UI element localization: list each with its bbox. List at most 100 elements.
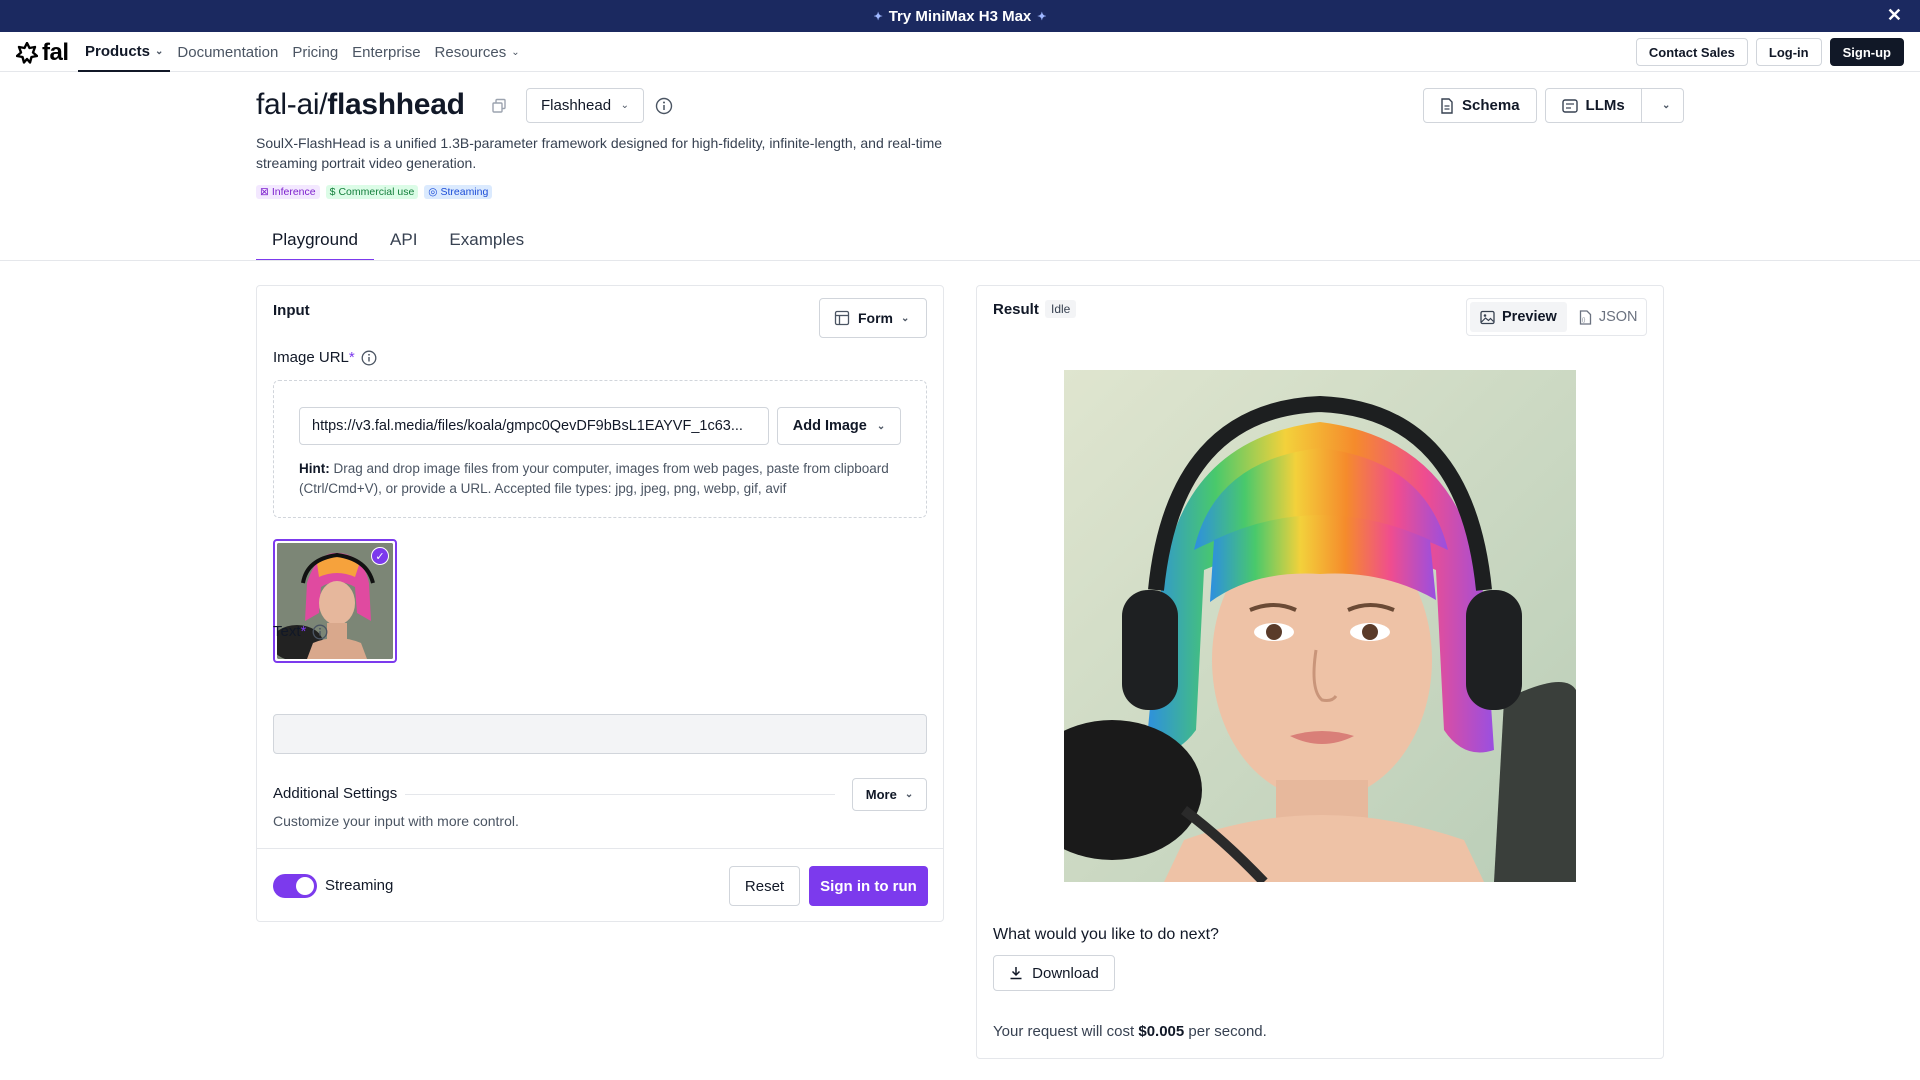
streaming-toggle[interactable]: [273, 874, 317, 898]
tag-label: Commercial use: [338, 186, 415, 198]
document-icon: [1441, 97, 1453, 114]
additional-settings-title: Additional Settings: [273, 785, 398, 802]
promo-banner[interactable]: ✦ Try MiniMax H3 Max ✦ ✕: [0, 0, 1920, 32]
llms-split-button: LLMs ⌄: [1544, 88, 1684, 123]
tab-api[interactable]: API: [374, 226, 433, 261]
sign-in-to-run-button[interactable]: Sign in to run: [809, 866, 928, 906]
contact-sales-button[interactable]: Contact Sales: [1635, 38, 1748, 66]
llms-button[interactable]: LLMs: [1546, 89, 1642, 122]
model-tags: ⊠ Inference $ Commercial use ◎ Streaming: [256, 185, 493, 199]
download-button-label: Download: [1032, 964, 1099, 982]
nav-item-documentation[interactable]: Documentation: [170, 32, 285, 72]
variant-select[interactable]: Flashhead ⌄: [526, 88, 644, 123]
nav-links: Products ⌄ Documentation Pricing Enterpr…: [78, 32, 527, 72]
copy-icon[interactable]: [491, 98, 507, 118]
hint-text: Drag and drop image files from your comp…: [299, 461, 889, 496]
tab-bar: Playground API Examples: [256, 226, 540, 261]
input-mode-value: Form: [858, 310, 893, 326]
tab-playground[interactable]: Playground: [256, 226, 375, 261]
model-name: flashhead: [327, 88, 465, 121]
download-icon: [1010, 967, 1022, 980]
nav-item-enterprise[interactable]: Enterprise: [345, 32, 427, 72]
input-mode-select[interactable]: Form ⌄: [819, 298, 927, 338]
more-settings-label: More: [865, 787, 897, 802]
info-icon[interactable]: [655, 97, 673, 119]
add-image-label: Add Image: [792, 418, 867, 434]
page-title: fal-ai/flashhead: [256, 88, 465, 122]
info-icon[interactable]: [312, 624, 328, 640]
nav-item-resources[interactable]: Resources ⌄: [428, 32, 527, 72]
reset-button[interactable]: Reset: [729, 866, 800, 906]
nav-actions: Contact Sales Log-in Sign-up: [1635, 38, 1904, 66]
form-icon: [834, 310, 850, 326]
hint-label: Hint:: [299, 461, 330, 476]
preview-tab[interactable]: Preview: [1470, 302, 1567, 332]
result-preview-image: [1064, 370, 1576, 882]
image-url-label-text: Image URL: [273, 349, 349, 366]
cost-value: $0.005: [1138, 1023, 1185, 1040]
toggle-knob: [296, 877, 314, 895]
svg-text:{}: {}: [1582, 317, 1586, 323]
nav-item-products[interactable]: Products ⌄: [78, 32, 171, 72]
chevron-down-icon: ⌄: [904, 789, 914, 800]
sparkle-icon: ✦: [1037, 10, 1047, 23]
image-dropzone[interactable]: https://v3.fal.media/files/koala/gmpc0Qe…: [273, 380, 927, 518]
text-input[interactable]: [273, 714, 927, 754]
schema-button[interactable]: Schema: [1423, 88, 1537, 123]
image-url-input[interactable]: https://v3.fal.media/files/koala/gmpc0Qe…: [299, 407, 769, 445]
more-settings-button[interactable]: More ⌄: [852, 778, 927, 811]
selected-image-thumbnail[interactable]: ✓: [273, 539, 397, 663]
nav-item-pricing[interactable]: Pricing: [285, 32, 345, 72]
chevron-down-icon: ⌄: [155, 45, 164, 57]
cost-notice: Your request will cost $0.005 per second…: [993, 1023, 1267, 1040]
llms-button-label: LLMs: [1585, 97, 1625, 114]
chevron-down-icon: ⌄: [620, 100, 629, 111]
download-button[interactable]: Download: [993, 955, 1115, 991]
fal-logo-icon: [16, 42, 38, 64]
login-button[interactable]: Log-in: [1755, 38, 1822, 66]
variant-select-value: Flashhead: [541, 97, 612, 114]
nav-item-label: Pricing: [292, 43, 339, 61]
next-steps-heading: What would you like to do next?: [993, 926, 1219, 943]
header-actions: Schema LLMs ⌄: [1423, 88, 1684, 123]
tab-examples[interactable]: Examples: [433, 226, 540, 261]
tag-streaming: ◎ Streaming: [424, 185, 493, 199]
signup-button[interactable]: Sign-up: [1829, 38, 1904, 66]
required-mark: *: [300, 623, 307, 640]
llm-icon: [1561, 98, 1578, 113]
tag-commercial-use: $ Commercial use: [325, 185, 419, 199]
json-tab[interactable]: {} JSON: [1569, 302, 1648, 332]
logo[interactable]: fal: [16, 39, 69, 67]
portrait-preview-icon: [1064, 370, 1576, 882]
inference-icon: ⊠: [260, 186, 269, 198]
image-thumbnail: ✓: [277, 543, 393, 659]
input-panel: Input Form ⌄ Image URL* https://v3.fal.m…: [256, 285, 944, 922]
model-namespace: fal-ai/: [256, 88, 328, 121]
streaming-label: Streaming: [325, 877, 394, 894]
chevron-down-icon: ⌄: [901, 312, 910, 324]
nav-item-label: Products: [85, 42, 151, 60]
schema-button-label: Schema: [1462, 97, 1520, 114]
result-view-toggle: Preview {} JSON: [1466, 298, 1647, 336]
model-description: SoulX-FlashHead is a unified 1.3B-parame…: [256, 135, 943, 171]
required-mark: *: [348, 349, 355, 366]
llms-dropdown-toggle[interactable]: ⌄: [1650, 89, 1683, 122]
nav-item-label: Documentation: [177, 43, 279, 61]
add-image-button[interactable]: Add Image ⌄: [777, 407, 901, 445]
check-icon: ✓: [371, 547, 389, 565]
chevron-down-icon: ⌄: [511, 46, 520, 58]
preview-tab-label: Preview: [1502, 309, 1557, 325]
additional-settings-subtitle: Customize your input with more control.: [273, 813, 519, 829]
nav-item-label: Resources: [434, 43, 507, 61]
nav-item-label: Enterprise: [352, 43, 421, 61]
info-icon[interactable]: [361, 350, 377, 366]
chevron-down-icon: ⌄: [876, 420, 886, 432]
input-panel-title: Input: [273, 302, 310, 319]
image-icon: [1480, 310, 1495, 324]
result-panel-title: Result: [993, 301, 1039, 318]
promo-banner-text[interactable]: Try MiniMax H3 Max: [889, 8, 1032, 25]
tag-label: Streaming: [440, 186, 489, 198]
dropzone-hint: Hint: Drag and drop image files from you…: [299, 459, 899, 499]
top-navigation: fal Products ⌄ Documentation Pricing Ent…: [0, 32, 1920, 72]
close-icon[interactable]: ✕: [1887, 6, 1902, 24]
